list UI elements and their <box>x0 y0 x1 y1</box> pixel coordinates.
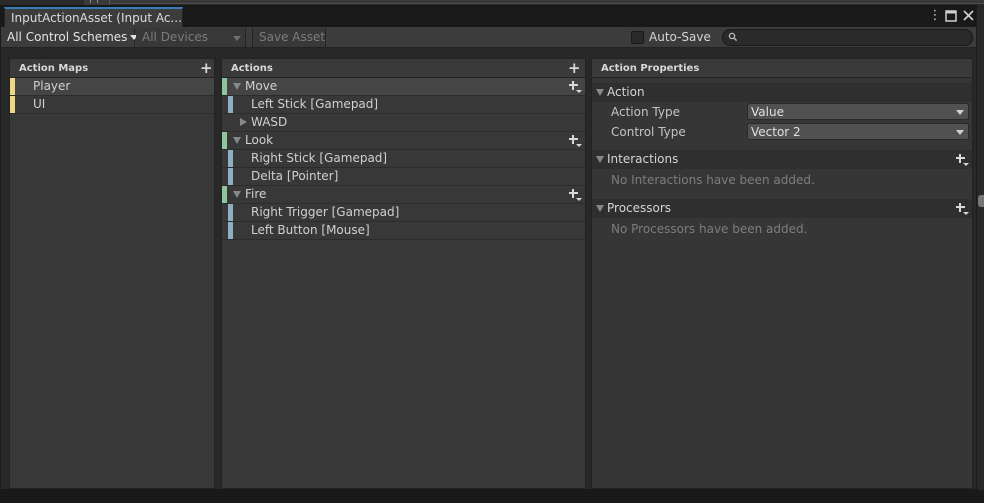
add-action-icon[interactable]: + <box>568 61 581 76</box>
binding-label: Delta [Pointer] <box>251 169 339 183</box>
devices-label: All Devices <box>142 30 208 44</box>
window-tab-bar: InputActionAsset (Input Ac... ⋮ <box>1 6 976 27</box>
add-binding-icon[interactable] <box>567 187 582 201</box>
auto-save-checkbox[interactable] <box>631 31 644 44</box>
binding-color-bar <box>228 222 233 239</box>
control-type-label: Control Type <box>611 125 686 139</box>
actions-title: Actions <box>231 63 273 74</box>
processors-empty-text: No Processors have been added. <box>611 222 808 236</box>
binding-item[interactable]: WASD <box>222 114 585 132</box>
binding-label: Left Button [Mouse] <box>251 223 370 237</box>
binding-color-bar <box>228 204 233 221</box>
action-color-bar <box>222 186 227 203</box>
actions-panel: Actions + Move Left Stick [Gamepad] WASD… <box>221 58 586 489</box>
binding-item[interactable]: Delta [Pointer] <box>222 168 585 186</box>
action-maps-header: Action Maps + <box>10 59 214 78</box>
action-properties-title: Action Properties <box>601 63 700 74</box>
action-type-row: Action Type Value <box>592 102 972 122</box>
add-binding-icon[interactable] <box>567 79 582 93</box>
action-map-item[interactable]: Player <box>10 78 214 96</box>
collapse-arrow-icon[interactable] <box>596 205 604 212</box>
action-type-label: Action Type <box>611 105 680 119</box>
action-label: Fire <box>245 187 267 201</box>
action-map-label: Player <box>33 79 71 93</box>
binding-color-bar <box>228 150 233 167</box>
processors-section-header[interactable]: Processors <box>592 199 972 218</box>
chevron-down-icon <box>956 110 964 115</box>
editor-bottom-strip <box>0 490 984 503</box>
interactions-empty-text: No Interactions have been added. <box>611 173 815 187</box>
toolbar: All Control Schemes All Devices Save Ass… <box>1 27 976 48</box>
maximize-icon[interactable] <box>944 8 958 23</box>
close-icon[interactable] <box>961 8 975 23</box>
action-type-value: Value <box>751 105 784 119</box>
action-section-title: Action <box>607 85 645 99</box>
action-section-header[interactable]: Action <box>592 83 972 102</box>
action-properties-panel: Action Properties Action Action Type Val… <box>591 58 973 489</box>
action-color-bar <box>222 78 227 95</box>
binding-label: Left Stick [Gamepad] <box>251 97 379 111</box>
editor-right-edge <box>977 5 984 490</box>
binding-color-bar <box>228 96 233 113</box>
save-asset-button[interactable]: Save Asset <box>252 28 326 47</box>
add-processor-icon[interactable] <box>954 201 969 215</box>
action-item[interactable]: Fire <box>222 186 585 204</box>
interactions-section-title: Interactions <box>607 152 679 166</box>
interactions-section-header[interactable]: Interactions <box>592 150 972 169</box>
binding-item[interactable]: Right Stick [Gamepad] <box>222 150 585 168</box>
expand-arrow-icon[interactable] <box>240 118 247 126</box>
action-item[interactable]: Look <box>222 132 585 150</box>
chevron-down-icon <box>233 36 241 41</box>
binding-label: Right Stick [Gamepad] <box>251 151 388 165</box>
expand-arrow-icon[interactable] <box>233 191 241 198</box>
control-schemes-label: All Control Schemes <box>7 30 128 44</box>
input-action-editor-window: InputActionAsset (Input Ac... ⋮ All Cont… <box>0 5 977 490</box>
action-maps-panel: Action Maps + Player UI <box>9 58 215 489</box>
collapse-arrow-icon[interactable] <box>596 89 604 96</box>
binding-label: WASD <box>251 115 288 129</box>
collapse-arrow-icon[interactable] <box>596 156 604 163</box>
add-interaction-icon[interactable] <box>954 152 969 166</box>
action-properties-header: Action Properties <box>592 59 972 78</box>
action-map-item[interactable]: UI <box>10 96 214 114</box>
devices-dropdown[interactable]: All Devices <box>136 28 246 47</box>
processors-section-title: Processors <box>607 201 672 215</box>
binding-item[interactable]: Right Trigger [Gamepad] <box>222 204 585 222</box>
add-binding-icon[interactable] <box>567 133 582 147</box>
binding-item[interactable]: Left Button [Mouse] <box>222 222 585 240</box>
window-tab[interactable]: InputActionAsset (Input Ac... <box>4 7 183 27</box>
gear-icon <box>978 195 984 207</box>
add-action-map-icon[interactable]: + <box>200 61 213 76</box>
control-schemes-dropdown[interactable]: All Control Schemes <box>1 28 139 47</box>
editor-background-strip <box>110 0 984 4</box>
binding-color-bar <box>228 168 233 185</box>
control-type-row: Control Type Vector 2 <box>592 122 972 142</box>
auto-save-label: Auto-Save <box>649 30 711 44</box>
actions-header: Actions + <box>222 59 585 78</box>
action-map-label: UI <box>33 97 46 111</box>
map-color-bar <box>10 96 15 113</box>
expand-arrow-icon[interactable] <box>233 83 241 90</box>
action-color-bar <box>222 132 227 149</box>
expand-arrow-icon[interactable] <box>233 137 241 144</box>
search-icon <box>728 32 738 42</box>
search-input[interactable] <box>722 29 973 46</box>
binding-item[interactable]: Left Stick [Gamepad] <box>222 96 585 114</box>
control-type-value: Vector 2 <box>751 125 801 139</box>
action-item[interactable]: Move <box>222 78 585 96</box>
action-maps-title: Action Maps <box>19 63 89 74</box>
action-label: Move <box>245 79 278 93</box>
map-color-bar <box>10 78 15 95</box>
action-type-dropdown[interactable]: Value <box>747 103 969 120</box>
control-type-dropdown[interactable]: Vector 2 <box>747 123 969 140</box>
binding-label: Right Trigger [Gamepad] <box>251 205 400 219</box>
chevron-down-icon <box>956 130 964 135</box>
action-label: Look <box>245 133 274 147</box>
more-icon[interactable]: ⋮ <box>928 8 942 23</box>
